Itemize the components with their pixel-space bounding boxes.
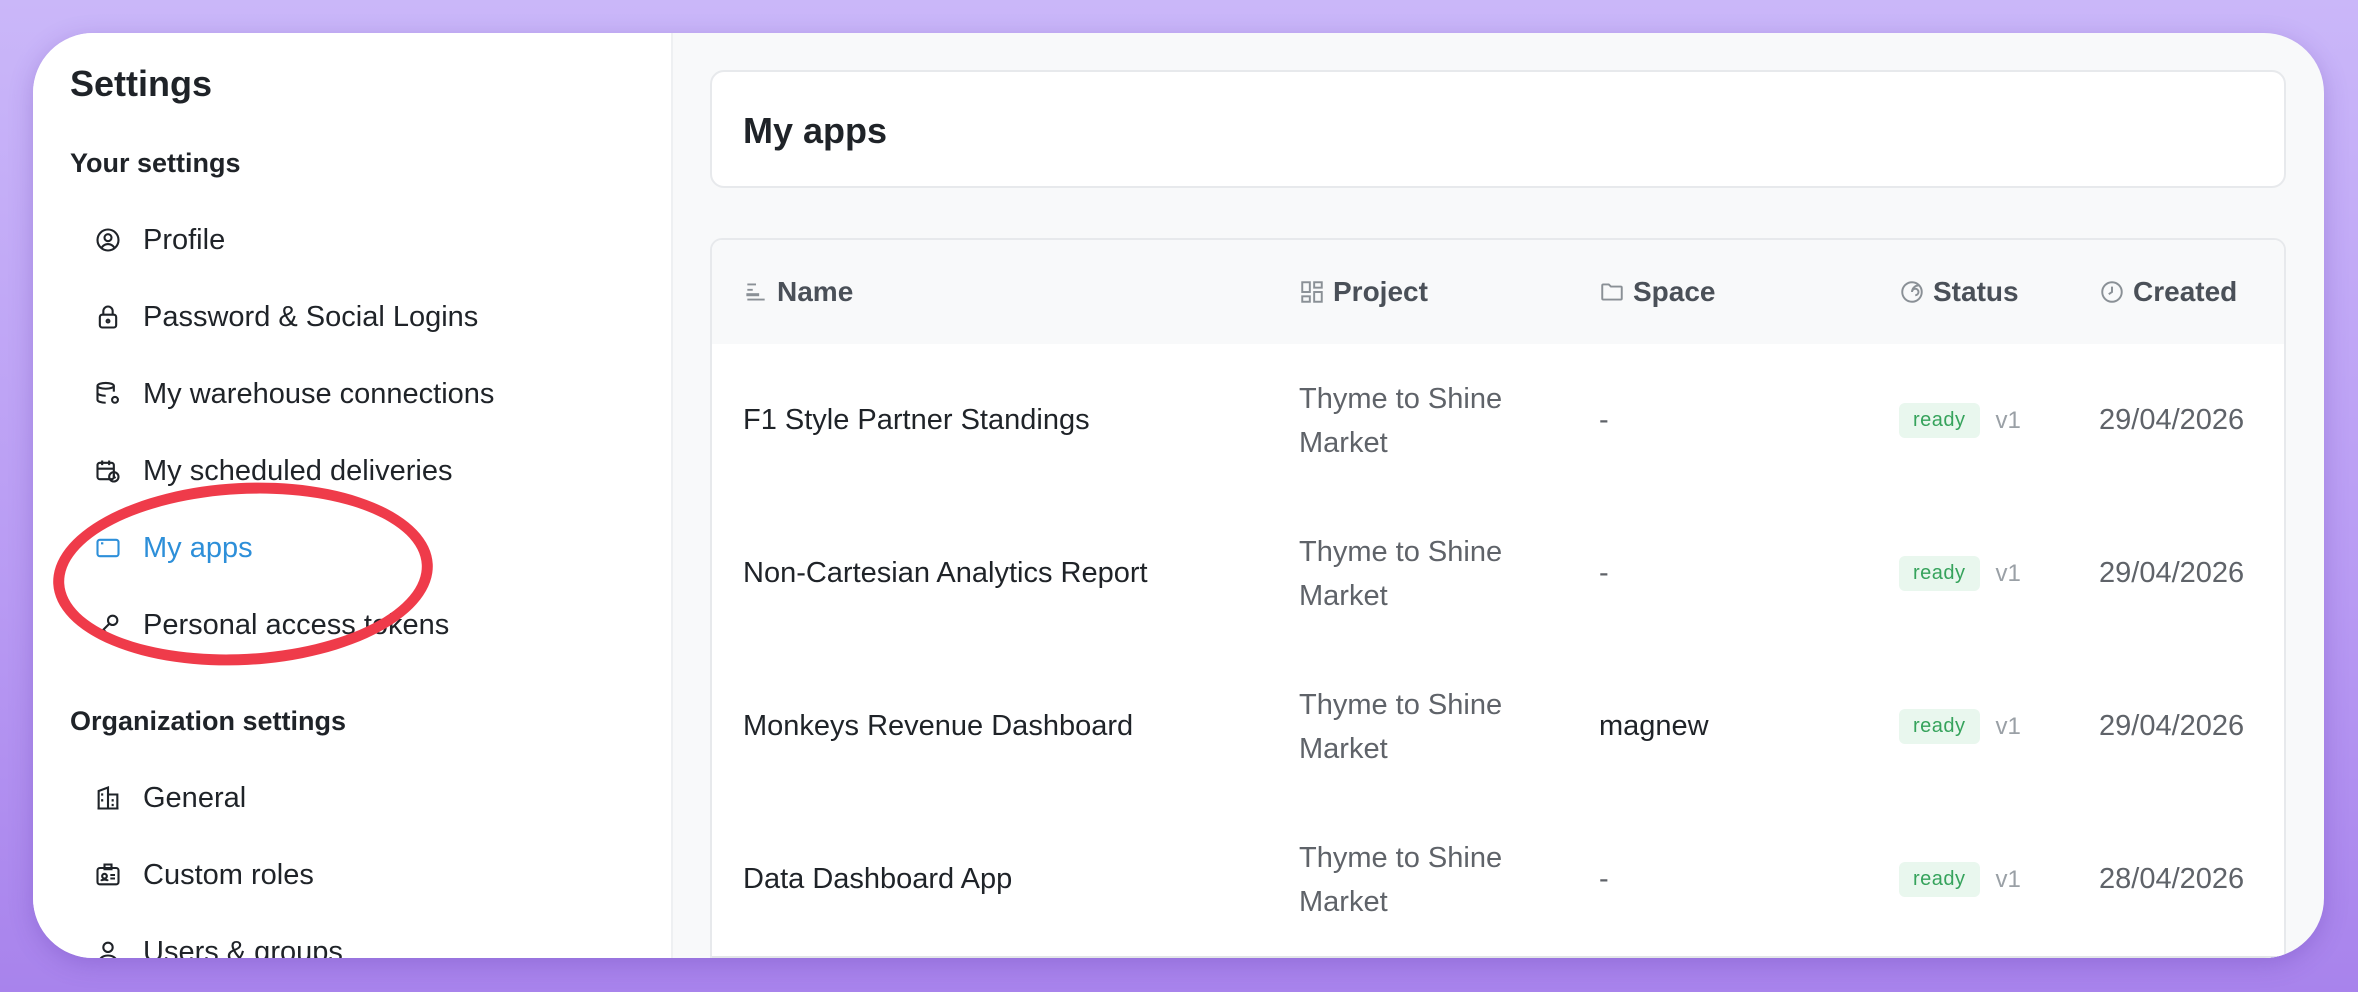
app-space: - (1599, 404, 1609, 436)
clock-icon (2099, 279, 2125, 305)
your-settings-heading: Your settings (70, 148, 241, 178)
status-badge: ready (1899, 556, 1980, 591)
app-created-date: 29/04/2026 (2099, 557, 2245, 589)
sidebar-item-warehouse[interactable]: My warehouse connections (93, 364, 633, 424)
column-label: Space (1633, 276, 1716, 307)
sidebar-title: Settings (70, 63, 213, 104)
app-created-date: 28/04/2026 (2099, 863, 2245, 895)
column-header-created[interactable]: Created (2099, 240, 2237, 344)
apps-table: Name Project Space Status Created F1 Sty… (710, 238, 2286, 958)
version-label: v1 (1995, 559, 2021, 587)
sidebar-item-label: General (143, 781, 247, 814)
folder-icon (1599, 279, 1625, 305)
profile-icon (93, 225, 123, 255)
sidebar-item-label: Users & groups (143, 935, 343, 959)
app-name[interactable]: F1 Style Partner Standings (743, 344, 1090, 497)
app-name[interactable]: Non-Cartesian Analytics Report (743, 497, 1148, 650)
app-status: ready v1 (1899, 650, 2021, 803)
app-project: Thyme to Shine Market (1299, 688, 1503, 765)
main-content: My apps Name Project Space Status Create… (671, 33, 2324, 958)
database-gear-icon (93, 379, 123, 409)
status-badge: ready (1899, 862, 1980, 897)
version-label: v1 (1995, 865, 2021, 893)
table-header: Name Project Space Status Created (712, 240, 2284, 346)
sidebar-item-label: Password & Social Logins (143, 300, 479, 333)
calendar-clock-icon (93, 456, 123, 486)
table-row[interactable]: Monkeys Revenue Dashboard Thyme to Shine… (712, 650, 2284, 805)
organization-settings-heading: Organization settings (70, 706, 347, 736)
sidebar-item-scheduled-deliveries[interactable]: My scheduled deliveries (93, 441, 633, 501)
app-space: - (1599, 863, 1609, 895)
column-label: Name (777, 276, 854, 307)
column-label: Project (1333, 276, 1428, 307)
column-header-space[interactable]: Space (1599, 240, 1716, 344)
column-label: Status (1933, 276, 2019, 307)
sidebar-item-label: My apps (143, 531, 253, 564)
text-align-icon (743, 279, 769, 305)
table-row[interactable]: Non-Cartesian Analytics Report Thyme to … (712, 497, 2284, 652)
key-icon (93, 610, 123, 640)
id-card-icon (93, 860, 123, 890)
app-status: ready v1 (1899, 497, 2021, 650)
page-title: My apps (743, 110, 888, 151)
app-name[interactable]: Data Dashboard App (743, 803, 1012, 956)
status-badge: ready (1899, 709, 1980, 744)
sidebar-item-label: My scheduled deliveries (143, 454, 453, 487)
sidebar-item-users-groups[interactable]: Users & groups (93, 922, 633, 958)
building-icon (93, 783, 123, 813)
app-name[interactable]: Monkeys Revenue Dashboard (743, 650, 1133, 803)
version-label: v1 (1995, 406, 2021, 434)
sidebar-item-profile[interactable]: Profile (93, 210, 633, 270)
app-status: ready v1 (1899, 803, 2021, 956)
column-header-name[interactable]: Name (743, 240, 853, 344)
app-project: Thyme to Shine Market (1299, 382, 1503, 459)
table-row[interactable]: Data Dashboard App Thyme to Shine Market… (712, 803, 2284, 958)
user-icon (93, 937, 123, 958)
settings-sidebar: Settings Your settings Profile Password … (33, 33, 673, 958)
table-row[interactable]: F1 Style Partner Standings Thyme to Shin… (712, 344, 2284, 499)
app-space: - (1599, 557, 1609, 589)
app-created-date: 29/04/2026 (2099, 710, 2245, 742)
app-window-icon (93, 533, 123, 563)
column-header-project[interactable]: Project (1299, 240, 1428, 344)
app-space: magnew (1599, 710, 1709, 742)
settings-window: Settings Your settings Profile Password … (33, 33, 2324, 958)
sidebar-item-my-apps[interactable]: My apps (93, 518, 633, 578)
sidebar-item-label: Personal access tokens (143, 608, 450, 641)
app-status: ready v1 (1899, 344, 2021, 497)
sidebar-item-label: Profile (143, 223, 226, 256)
app-project: Thyme to Shine Market (1299, 535, 1503, 612)
column-label: Created (2133, 276, 2238, 307)
signal-icon (1899, 279, 1925, 305)
lock-icon (93, 302, 123, 332)
app-project: Thyme to Shine Market (1299, 841, 1503, 918)
sidebar-item-access-tokens[interactable]: Personal access tokens (93, 595, 633, 655)
sidebar-item-label: Custom roles (143, 858, 314, 891)
sidebar-item-custom-roles[interactable]: Custom roles (93, 845, 633, 905)
column-header-status[interactable]: Status (1899, 240, 2019, 344)
sidebar-item-password[interactable]: Password & Social Logins (93, 287, 633, 347)
grid-icon (1299, 279, 1325, 305)
status-badge: ready (1899, 403, 1980, 438)
app-created-date: 29/04/2026 (2099, 404, 2245, 436)
version-label: v1 (1995, 712, 2021, 740)
page-header: My apps (710, 70, 2286, 188)
sidebar-item-general[interactable]: General (93, 768, 633, 828)
sidebar-item-label: My warehouse connections (143, 377, 495, 410)
